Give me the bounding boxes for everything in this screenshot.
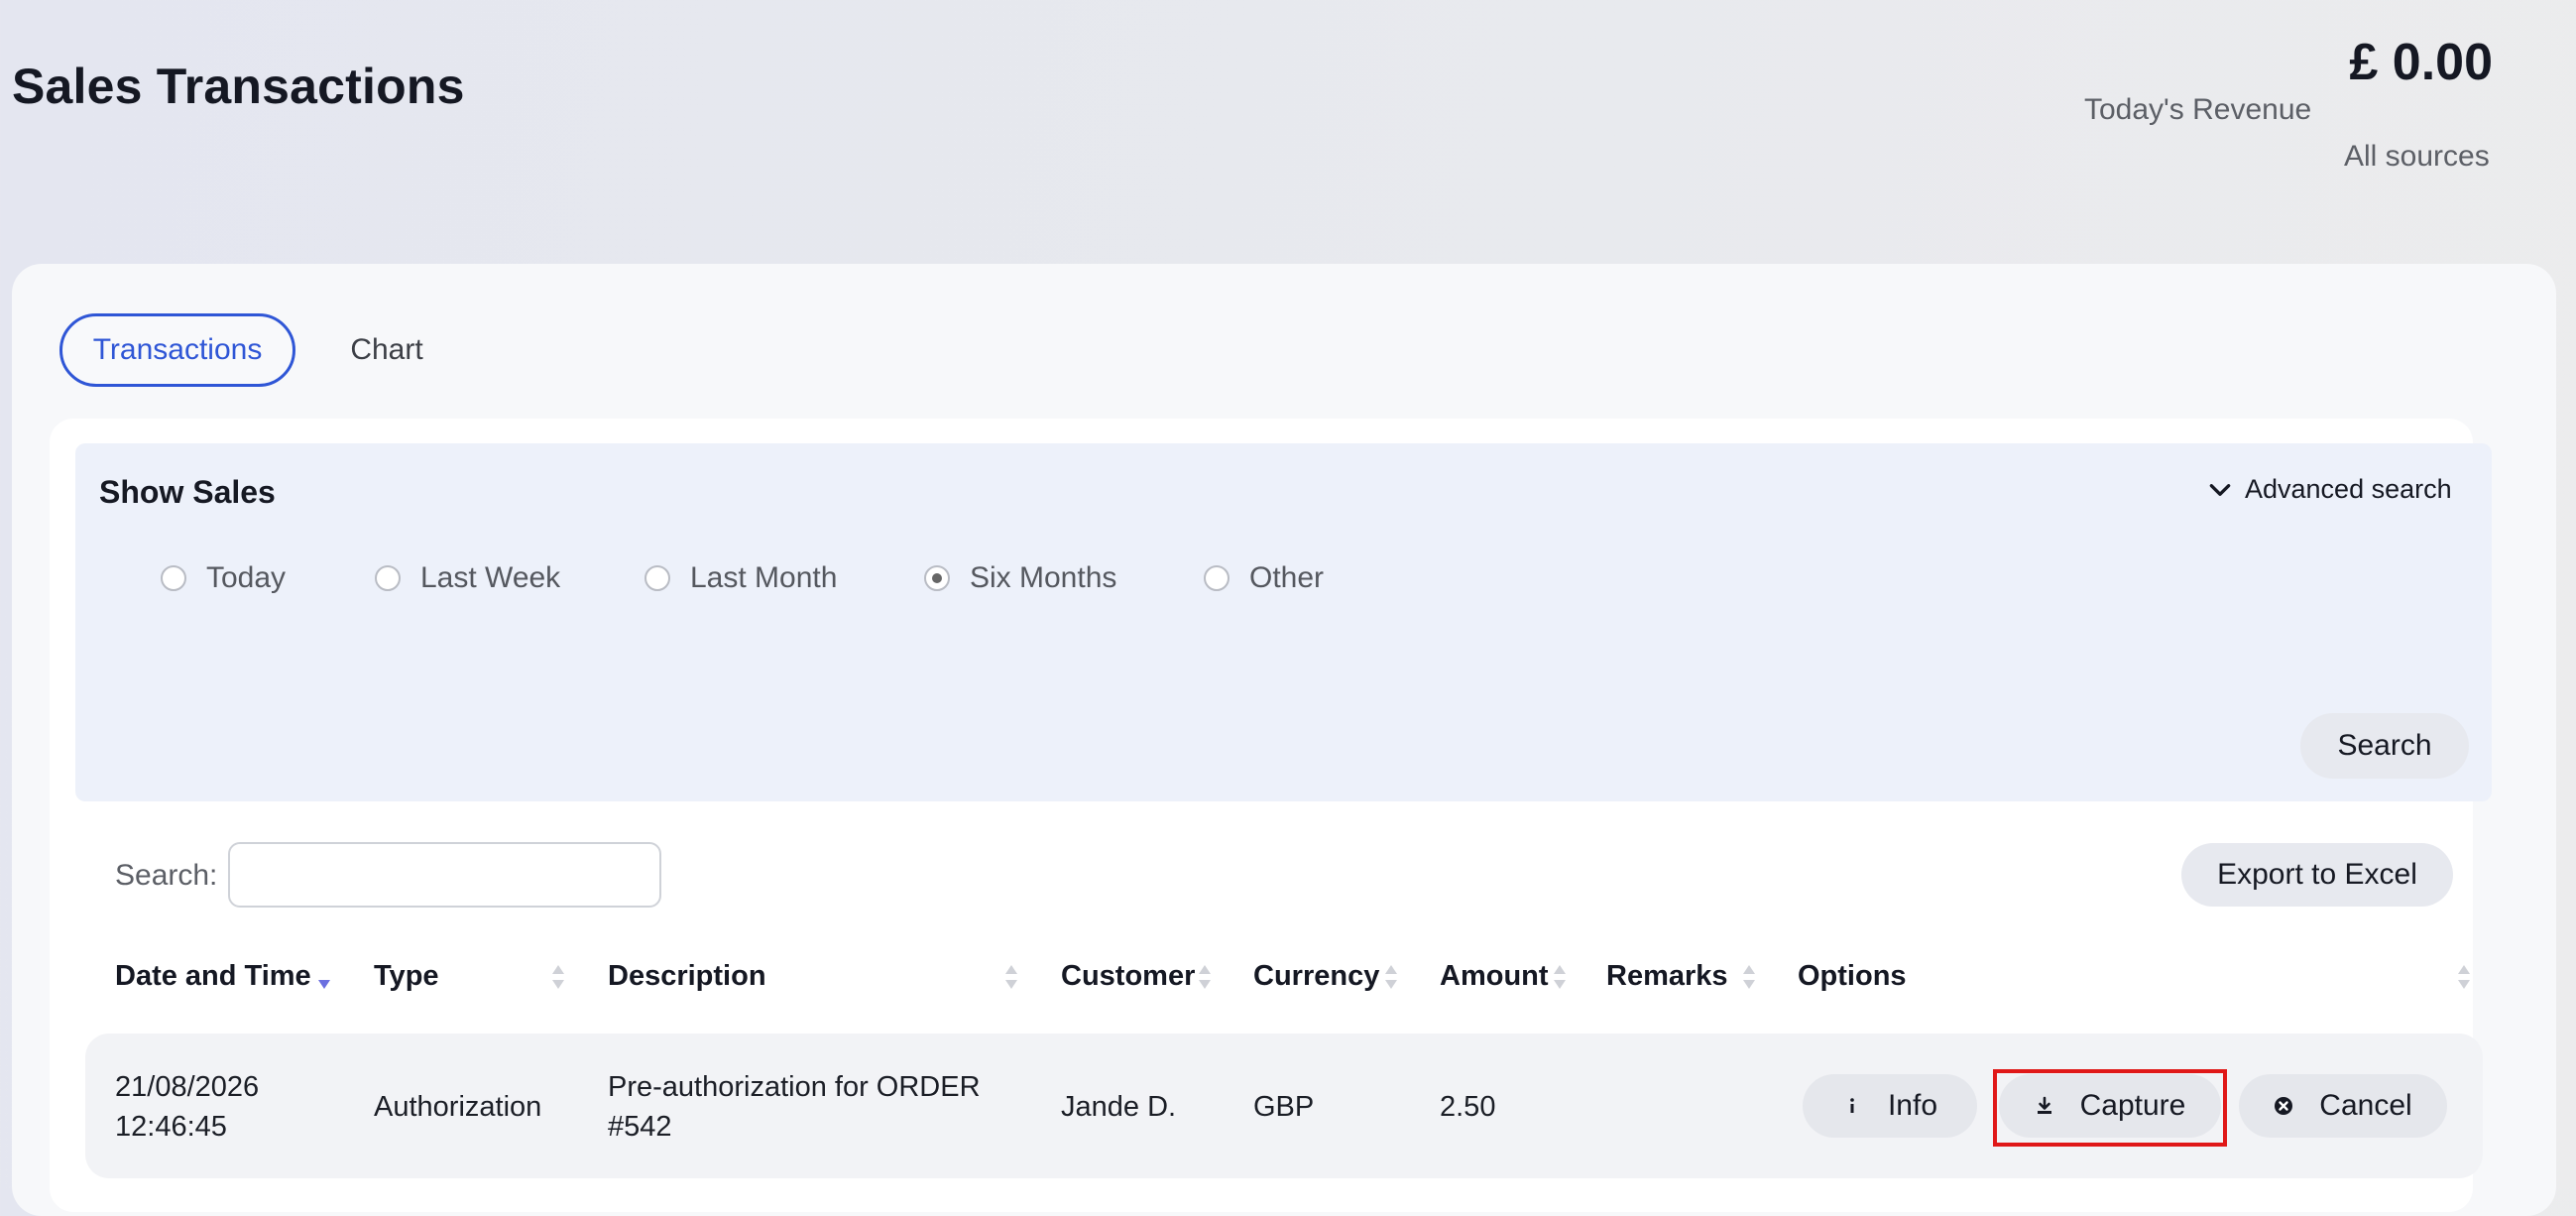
advanced-search-label: Advanced search (2245, 474, 2452, 504)
search-button[interactable]: Search (2300, 713, 2469, 779)
radio-six-months[interactable]: Six Months (924, 561, 1116, 595)
cell-date: 21/08/2026 (115, 1071, 260, 1103)
tab-chart[interactable]: Chart (327, 313, 446, 387)
cell-description: Pre-authorization for ORDER (608, 1071, 981, 1103)
sort-icon[interactable] (1198, 962, 1212, 992)
radio-last-week[interactable]: Last Week (375, 561, 560, 595)
radio-circle[interactable] (644, 565, 670, 591)
radio-circle[interactable] (1204, 565, 1229, 591)
radio-label: Last Week (420, 561, 561, 594)
table-search-label: Search: (115, 859, 218, 892)
radio-circle[interactable] (375, 565, 401, 591)
sort-icon[interactable] (2457, 962, 2471, 992)
cancel-button-label: Cancel (2319, 1089, 2412, 1122)
sort-icon[interactable] (1553, 962, 1567, 992)
radio-circle[interactable] (161, 565, 186, 591)
radio-label: Today (206, 561, 287, 594)
radio-dot (932, 573, 942, 583)
cell-customer: Jande D. (1061, 1091, 1177, 1123)
radio-last-month[interactable]: Last Month (644, 561, 837, 595)
column-header-date-time[interactable]: Date and Time (115, 960, 311, 993)
info-button[interactable]: Info (1803, 1074, 1977, 1138)
column-header-remarks[interactable]: Remarks (1606, 960, 1728, 993)
filter-title: Show Sales (99, 474, 276, 510)
cancel-circle-icon (2275, 1097, 2293, 1115)
sort-icon[interactable] (1384, 962, 1398, 992)
revenue-label: Today's Revenue (2084, 93, 2312, 126)
column-header-amount[interactable]: Amount (1440, 960, 1549, 993)
column-header-type[interactable]: Type (374, 960, 439, 993)
column-header-customer[interactable]: Customer (1061, 960, 1195, 993)
sort-icon[interactable] (551, 962, 565, 992)
capture-highlight-box (1993, 1069, 2227, 1147)
cell-time: 12:46:45 (115, 1111, 227, 1143)
cell-currency: GBP (1253, 1091, 1315, 1123)
tab-transactions[interactable]: Transactions (59, 313, 295, 387)
page-title: Sales Transactions (12, 59, 465, 114)
column-header-options[interactable]: Options (1798, 960, 1907, 993)
revenue-source-label: All sources (2344, 140, 2490, 173)
info-button-label: Info (1887, 1089, 1938, 1122)
sort-descending-icon[interactable] (317, 962, 331, 992)
advanced-search-toggle[interactable]: Advanced search (2207, 474, 2452, 505)
radio-circle-selected[interactable] (924, 565, 950, 591)
chevron-down-icon (2209, 483, 2231, 496)
radio-label: Last Month (690, 561, 838, 594)
export-to-excel-button[interactable]: Export to Excel (2181, 843, 2453, 907)
revenue-amount: £ 0.00 (2349, 34, 2493, 91)
cancel-button[interactable]: Cancel (2239, 1074, 2447, 1138)
radio-today[interactable]: Today (161, 561, 286, 595)
filter-panel (75, 443, 2492, 801)
column-header-description[interactable]: Description (608, 960, 766, 993)
sort-icon[interactable] (1742, 962, 1756, 992)
radio-label: Other (1249, 561, 1325, 594)
column-header-currency[interactable]: Currency (1253, 960, 1379, 993)
sort-icon[interactable] (1004, 962, 1018, 992)
cell-description-line2: #542 (608, 1111, 672, 1143)
cell-amount: 2.50 (1440, 1091, 1496, 1123)
radio-other[interactable]: Other (1204, 561, 1324, 595)
radio-label: Six Months (970, 561, 1117, 594)
info-icon (1850, 1098, 1854, 1113)
cell-type: Authorization (374, 1091, 542, 1123)
table-search-input[interactable] (228, 842, 661, 908)
